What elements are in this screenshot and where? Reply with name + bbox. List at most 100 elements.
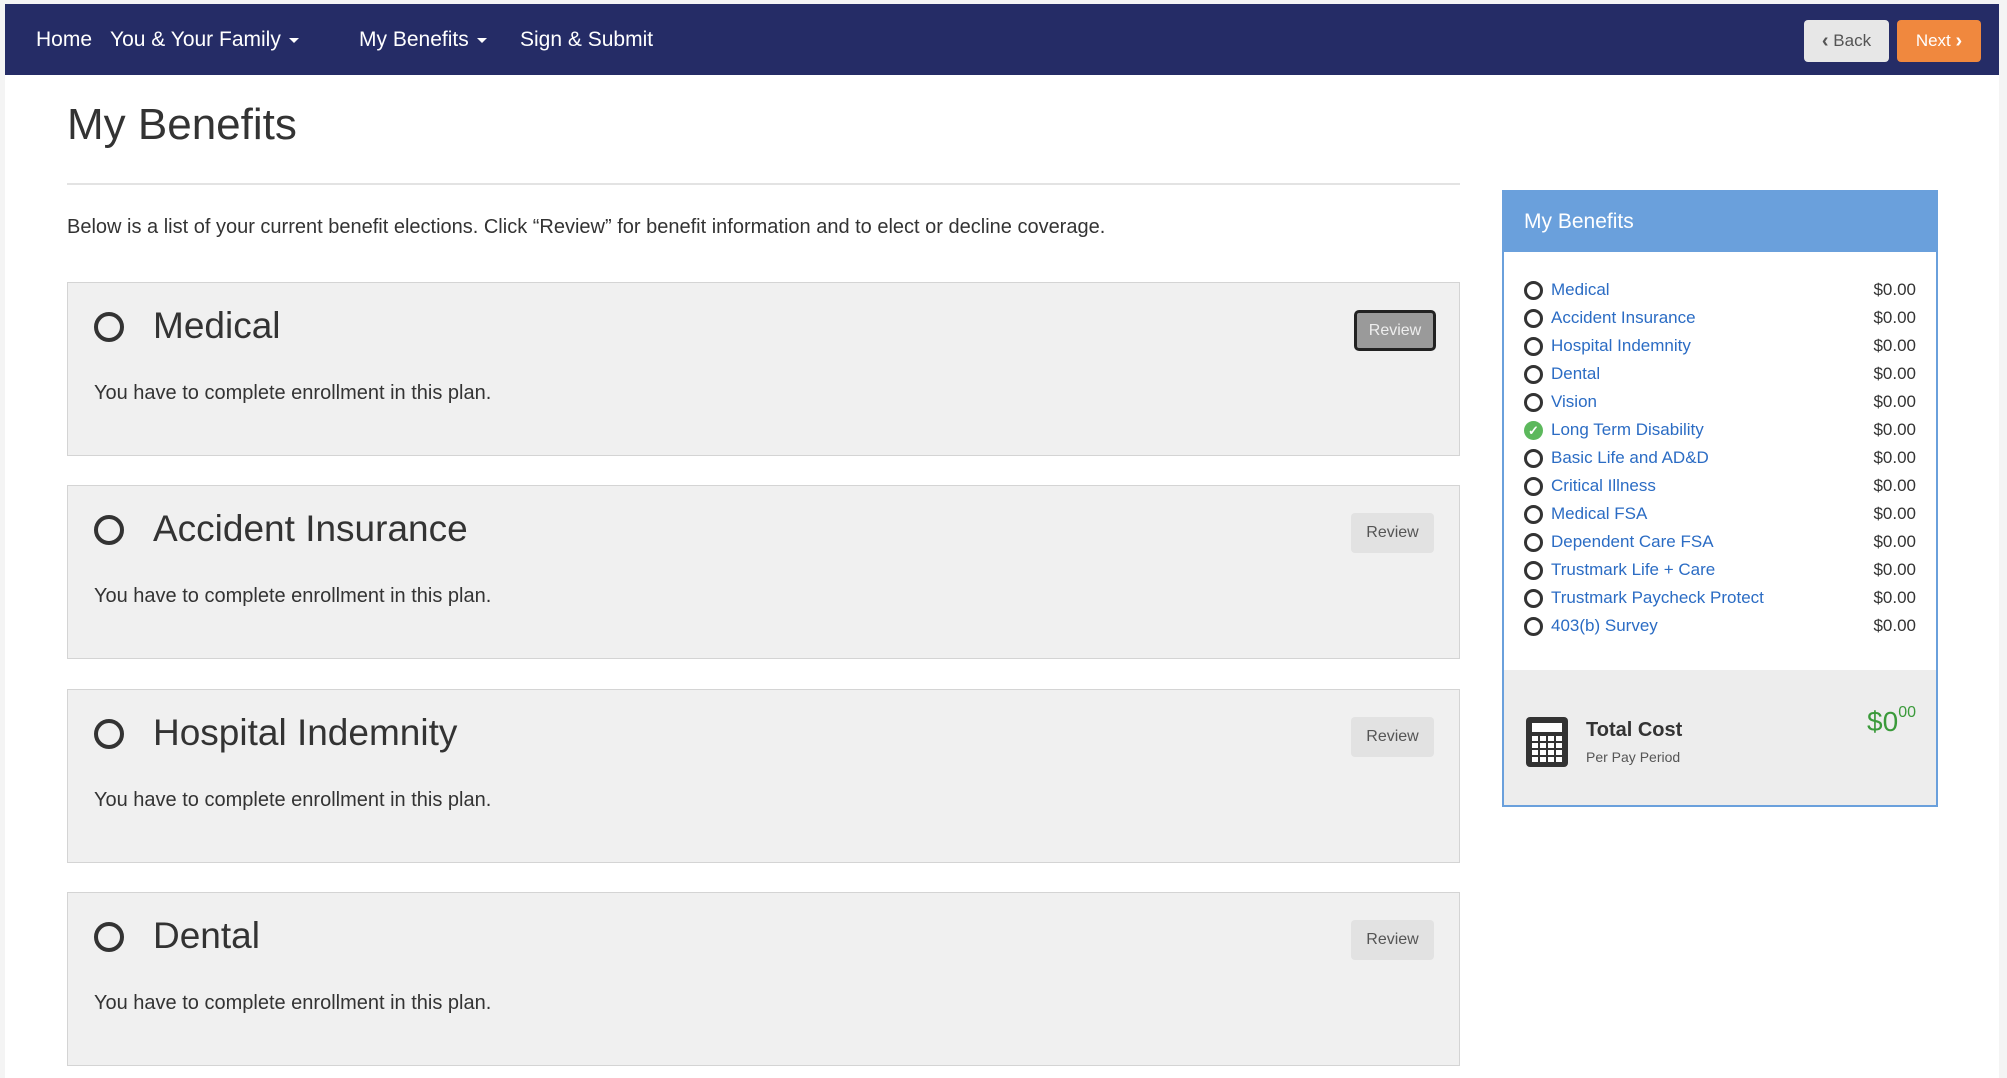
benefit-link[interactable]: Vision (1551, 388, 1597, 416)
plan-status: You have to complete enrollment in this … (94, 382, 492, 404)
benefit-list-item: Dental $0.00 (1524, 360, 1916, 388)
benefit-link[interactable]: Dependent Care FSA (1551, 528, 1714, 556)
benefit-price: $0.00 (1873, 420, 1916, 439)
benefits-summary-panel: My Benefits Medical $0.00 Accident Insuran… (1502, 190, 1938, 807)
next-button[interactable]: Next › (1897, 20, 1981, 62)
chevron-right-icon: › (1955, 30, 1963, 52)
radio-unchecked-icon (1524, 505, 1543, 524)
back-label: Back (1833, 31, 1872, 50)
nav-my-benefits[interactable]: My Benefits (359, 4, 487, 75)
benefit-price: $0.00 (1873, 616, 1916, 635)
title-divider (67, 183, 1460, 185)
total-cost-value: $000 (1867, 704, 1916, 738)
nav-sign-and-submit[interactable]: Sign & Submit (520, 4, 653, 75)
benefit-link[interactable]: Hospital Indemnity (1551, 332, 1691, 360)
plan-card-hospital-indemnity: Hospital Indemnity You have to complete … (67, 689, 1460, 863)
benefit-price: $0.00 (1873, 308, 1916, 327)
radio-unchecked-icon (94, 515, 124, 545)
plan-card-medical: Medical You have to complete enrollment … (67, 282, 1460, 456)
top-navbar: Home You & Your Family My Benefits Sign … (5, 4, 1999, 75)
total-cost-section: Total Cost Per Pay Period $000 (1504, 670, 1936, 805)
total-dollars: $0 (1867, 706, 1899, 737)
plan-card-accident-insurance: Accident Insurance You have to complete … (67, 485, 1460, 659)
benefit-list-item: Critical Illness $0.00 (1524, 472, 1916, 500)
benefit-price: $0.00 (1873, 476, 1916, 495)
nav-home-label: Home (36, 28, 93, 51)
radio-unchecked-icon (94, 719, 124, 749)
plan-card-dental: Dental You have to complete enrollment i… (67, 892, 1460, 1066)
radio-unchecked-icon (1524, 589, 1543, 608)
benefit-price: $0.00 (1873, 448, 1916, 467)
frame-edge-right (1999, 0, 2007, 1078)
radio-unchecked-icon (1524, 309, 1543, 328)
benefit-price: $0.00 (1873, 364, 1916, 383)
next-label: Next (1915, 31, 1951, 50)
plan-title: Medical (153, 305, 281, 346)
benefit-link[interactable]: Medical (1551, 276, 1610, 304)
radio-unchecked-icon (94, 922, 124, 952)
review-button[interactable]: Review (1351, 717, 1434, 757)
caret-down-icon (476, 37, 487, 43)
caret-down-icon (288, 37, 299, 43)
benefit-link[interactable]: Critical Illness (1551, 472, 1656, 500)
radio-unchecked-icon (1524, 393, 1543, 412)
benefit-link[interactable]: Accident Insurance (1551, 304, 1696, 332)
benefit-link[interactable]: Long Term Disability (1551, 416, 1704, 444)
benefit-price: $0.00 (1873, 532, 1916, 551)
benefit-list-item: Hospital Indemnity $0.00 (1524, 332, 1916, 360)
benefit-list-item: Medical FSA $0.00 (1524, 500, 1916, 528)
radio-unchecked-icon (1524, 477, 1543, 496)
benefit-list-item: Medical $0.00 (1524, 276, 1916, 304)
plan-title: Accident Insurance (153, 508, 468, 549)
nav-home[interactable]: Home (36, 4, 92, 75)
plan-title: Hospital Indemnity (153, 712, 458, 753)
benefit-list-item: 403(b) Survey $0.00 (1524, 612, 1916, 640)
benefit-list-item: Trustmark Paycheck Protect $0.00 (1524, 584, 1916, 612)
benefit-link[interactable]: Trustmark Life + Care (1551, 556, 1715, 584)
benefit-link[interactable]: Medical FSA (1551, 500, 1647, 528)
back-button[interactable]: ‹ Back (1804, 20, 1889, 62)
total-cost-label: Total Cost (1586, 719, 1683, 741)
nav-you-and-your-family[interactable]: You & Your Family (110, 4, 299, 75)
benefit-list-item: ✓ Long Term Disability $0.00 (1524, 416, 1916, 444)
frame-edge-left (0, 0, 5, 1078)
radio-unchecked-icon (94, 312, 124, 342)
benefit-list: Medical $0.00 Accident Insurance $0.00 Hospi… (1524, 276, 1916, 640)
nav-family-label: You & Your Family (110, 28, 281, 51)
benefit-price: $0.00 (1873, 336, 1916, 355)
plan-status: You have to complete enrollment in this … (94, 585, 492, 607)
benefit-price: $0.00 (1873, 588, 1916, 607)
per-pay-period-label: Per Pay Period (1586, 749, 1681, 765)
review-button[interactable]: Review (1351, 920, 1434, 960)
benefit-list-item: Vision $0.00 (1524, 388, 1916, 416)
page-title: My Benefits (67, 100, 297, 149)
calculator-screen (1532, 723, 1562, 732)
calculator-icon (1526, 717, 1568, 767)
radio-unchecked-icon (1524, 337, 1543, 356)
benefit-price: $0.00 (1873, 560, 1916, 579)
benefit-price: $0.00 (1873, 392, 1916, 411)
benefit-list-item: Dependent Care FSA $0.00 (1524, 528, 1916, 556)
radio-unchecked-icon (1524, 561, 1543, 580)
plan-status: You have to complete enrollment in this … (94, 789, 492, 811)
review-button[interactable]: Review (1354, 310, 1436, 351)
benefit-link[interactable]: Trustmark Paycheck Protect (1551, 584, 1764, 612)
benefit-link[interactable]: Basic Life and AD&D (1551, 444, 1709, 472)
benefit-link[interactable]: Dental (1551, 360, 1600, 388)
radio-unchecked-icon (1524, 617, 1543, 636)
total-cents: 00 (1898, 704, 1916, 721)
benefit-list-item: Accident Insurance $0.00 (1524, 304, 1916, 332)
benefit-link[interactable]: 403(b) Survey (1551, 612, 1658, 640)
radio-unchecked-icon (1524, 449, 1543, 468)
benefit-price: $0.00 (1873, 504, 1916, 523)
radio-unchecked-icon (1524, 365, 1543, 384)
benefit-price: $0.00 (1873, 280, 1916, 299)
check-circle-icon: ✓ (1524, 421, 1543, 440)
nav-benefits-label: My Benefits (359, 28, 469, 51)
review-button[interactable]: Review (1351, 513, 1434, 553)
panel-title: My Benefits (1504, 192, 1936, 252)
nav-sign-label: Sign & Submit (520, 28, 654, 51)
plan-status: You have to complete enrollment in this … (94, 992, 492, 1014)
plan-title: Dental (153, 915, 260, 956)
intro-text: Below is a list of your current benefit … (67, 216, 1106, 238)
